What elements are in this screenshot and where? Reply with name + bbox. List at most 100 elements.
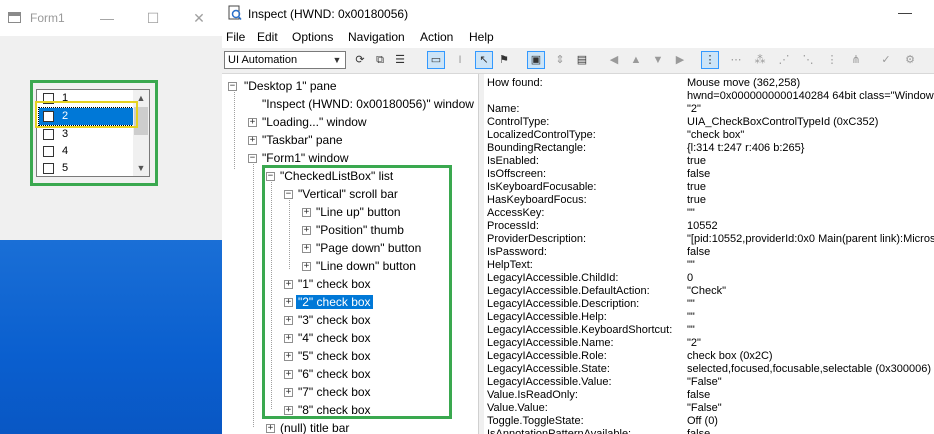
property-value: true [687, 155, 706, 167]
scroll-down-icon[interactable]: ▼ [133, 160, 149, 176]
property-value: "check box" [687, 129, 745, 141]
menu-action[interactable]: Action [420, 30, 453, 44]
property-row[interactable]: Name: "2" [484, 103, 934, 116]
property-row[interactable]: Value.IsReadOnly: false [484, 389, 934, 402]
ancestors-icon[interactable]: ⋯ [728, 52, 744, 68]
property-row[interactable]: LegacyIAccessible.Name: "2" [484, 337, 934, 350]
tree-options-icon[interactable]: ☰ [392, 52, 408, 68]
checkbox[interactable] [43, 163, 54, 174]
children-icon[interactable]: ⁂ [752, 52, 768, 68]
maximize-icon[interactable]: ☐ [130, 6, 176, 30]
property-row[interactable]: ProviderDescription: "[pid:10552,provider… [484, 233, 934, 246]
property-value: true [687, 194, 706, 206]
tree-view-icon[interactable]: ⋮ [701, 51, 719, 69]
inspect-title-bar[interactable]: Inspect (HWND: 0x00180056) — [222, 0, 934, 28]
expand-icon[interactable]: + [248, 136, 257, 145]
show-caret-icon[interactable]: ⇕ [552, 52, 568, 68]
minimize-icon[interactable]: — [84, 6, 130, 30]
property-row[interactable]: ControlType: UIA_CheckBoxControlTypeId (0… [484, 116, 934, 129]
form1-title: Form1 [30, 11, 65, 25]
checkbox[interactable] [43, 129, 54, 140]
property-name: Value.IsReadOnly: [487, 389, 578, 401]
property-row[interactable]: LegacyIAccessible.Description: "" [484, 298, 934, 311]
collapse-icon[interactable]: − [248, 154, 257, 163]
menu-edit[interactable]: Edit [257, 30, 278, 44]
property-row[interactable]: ProcessId: 10552 [484, 220, 934, 233]
watch-focus-icon[interactable]: ▭ [427, 51, 445, 69]
property-row[interactable]: How found: Mouse move (362,258) [484, 77, 934, 90]
property-row[interactable]: LegacyIAccessible.Role: check box (0x2C) [484, 350, 934, 363]
property-row[interactable]: LegacyIAccessible.Value: "False" [484, 376, 934, 389]
property-value: "2" [687, 337, 701, 349]
settings-icon[interactable]: ⚙ [902, 52, 918, 68]
property-row[interactable]: HelpText: "" [484, 259, 934, 272]
collapse-icon[interactable]: − [228, 82, 237, 91]
property-row[interactable]: LegacyIAccessible.State: selected,focused… [484, 363, 934, 376]
watch-cursor-icon[interactable]: ↖ [475, 51, 493, 69]
list-item[interactable]: 4 [39, 143, 133, 160]
property-name: LegacyIAccessible.Help: [487, 311, 607, 323]
property-row[interactable]: Toggle.ToggleState: Off (0) [484, 415, 934, 428]
tree-node-label: "Taskbar" pane [262, 133, 343, 147]
watch-caret-icon[interactable]: I [452, 52, 468, 68]
verify-icon[interactable]: ✓ [878, 52, 894, 68]
property-row[interactable]: Value.Value: "False" [484, 402, 934, 415]
property-row[interactable]: IsAnnotationPatternAvailable: false [484, 428, 934, 434]
close-icon[interactable]: ✕ [176, 6, 222, 30]
minimize-icon[interactable]: — [898, 4, 912, 20]
property-value: "" [687, 259, 695, 271]
property-row[interactable]: LocalizedControlType: "check box" [484, 129, 934, 142]
form1-window: Form1 — ☐ ✕ 1 2 3 4 5 ▲ ▼ [0, 0, 223, 434]
property-row[interactable]: LegacyIAccessible.DefaultAction: "Check" [484, 285, 934, 298]
property-row[interactable]: IsOffscreen: false [484, 168, 934, 181]
siblings-icon[interactable]: ⋮ [824, 52, 840, 68]
menu-options[interactable]: Options [292, 30, 333, 44]
property-name: IsEnabled: [487, 155, 539, 167]
expand-icon[interactable]: + [248, 118, 257, 127]
checkbox[interactable] [43, 146, 54, 157]
magnifier-icon [228, 5, 242, 20]
property-value: false [687, 389, 711, 401]
navigate-next-icon[interactable]: ▶ [672, 52, 688, 68]
property-row[interactable]: hwnd=0x0000000000140284 64bit class="Win… [484, 90, 934, 103]
navigate-parent-icon[interactable]: ▲ [628, 52, 644, 68]
property-name: LegacyIAccessible.ChildId: [487, 272, 619, 284]
property-row[interactable]: LegacyIAccessible.Help: "" [484, 311, 934, 324]
mode-dropdown[interactable]: UI Automation ▼ [224, 51, 346, 69]
property-row[interactable]: IsPassword: false [484, 246, 934, 259]
tree-connector [234, 87, 235, 169]
navigate-prev-icon[interactable]: ◀ [606, 52, 622, 68]
list-item[interactable]: 3 [39, 126, 133, 143]
descendants-icon[interactable]: ⋰ [776, 52, 792, 68]
menu-bar: File Edit Options Navigation Action Help [222, 28, 934, 48]
property-value: {l:314 t:247 r:406 b:265} [687, 142, 805, 154]
property-name: LocalizedControlType: [487, 129, 596, 141]
element-tree[interactable]: − "Desktop 1" pane "Inspect (HWND: 0x001… [222, 74, 479, 434]
property-row[interactable]: IsKeyboardFocusable: true [484, 181, 934, 194]
property-row[interactable]: IsEnabled: true [484, 155, 934, 168]
copy-icon[interactable]: ⧉ [372, 52, 388, 68]
refresh-icon[interactable]: ⟳ [352, 52, 368, 68]
expand-icon[interactable]: + [266, 424, 275, 433]
menu-navigation[interactable]: Navigation [348, 30, 405, 44]
subtree-icon[interactable]: ⋱ [800, 52, 816, 68]
chevron-down-icon[interactable]: ▼ [329, 52, 345, 68]
list-item[interactable]: 5 [39, 160, 133, 177]
list-item-label: 4 [62, 145, 69, 157]
branch-icon[interactable]: ⋔ [848, 52, 864, 68]
property-name: LegacyIAccessible.DefaultAction: [487, 285, 650, 297]
menu-help[interactable]: Help [469, 30, 494, 44]
show-text-icon[interactable]: ▤ [574, 52, 590, 68]
menu-file[interactable]: File [226, 30, 245, 44]
form1-title-bar[interactable]: Form1 — ☐ ✕ [0, 0, 222, 36]
watch-tooltip-icon[interactable]: ⚑ [496, 52, 512, 68]
navigate-child-icon[interactable]: ▼ [650, 52, 666, 68]
property-row[interactable]: LegacyIAccessible.ChildId: 0 [484, 272, 934, 285]
properties-pane[interactable]: How found: Mouse move (362,258) hwnd=0x000… [484, 74, 934, 434]
highlight-rectangle-icon[interactable]: ▣ [527, 51, 545, 69]
property-row[interactable]: LegacyIAccessible.KeyboardShortcut: "" [484, 324, 934, 337]
property-name: LegacyIAccessible.KeyboardShortcut: [487, 324, 673, 336]
property-row[interactable]: BoundingRectangle: {l:314 t:247 r:406 b:2… [484, 142, 934, 155]
property-row[interactable]: HasKeyboardFocus: true [484, 194, 934, 207]
property-row[interactable]: AccessKey: "" [484, 207, 934, 220]
